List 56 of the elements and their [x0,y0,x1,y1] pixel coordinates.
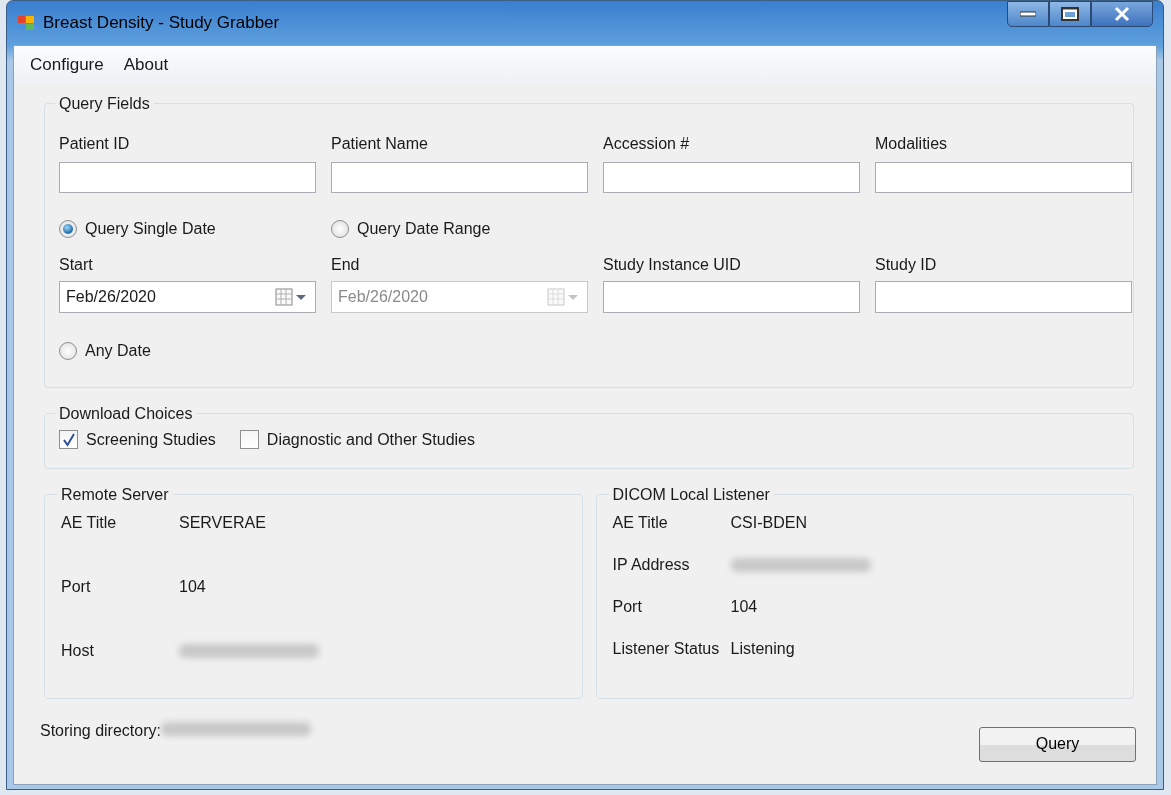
field-label: AE Title [61,512,118,533]
checkbox-label: Screening Studies [86,429,216,450]
field-label: Modalities [875,133,949,154]
radio-button[interactable] [331,219,349,238]
date-value: Feb/26/2020 [338,286,429,307]
field-label: Patient Name [331,133,429,154]
menu-item[interactable]: Configure [22,50,112,80]
field-label: Listener Status [612,638,721,659]
window-title: Breast Density - Study Grabber [43,12,280,35]
radio-label: Any Date [85,340,151,361]
minimize-button[interactable] [1007,1,1049,27]
radio-label: Query Single Date [85,218,216,239]
field-label: End [331,254,361,275]
group-title: DICOM Local Listener [611,486,771,503]
maximize-icon [1061,7,1079,21]
maximize-button[interactable] [1049,1,1091,27]
menu-item[interactable]: About [115,50,177,80]
field-label: Port [61,576,92,597]
field-label: Accession # [603,133,691,154]
minimize-icon [1020,11,1036,17]
query-button[interactable]: Query [979,726,1136,762]
checkbox[interactable] [239,430,259,449]
field-label: Study ID [875,254,938,275]
input-field[interactable] [875,280,1132,313]
field-value: Listening [730,638,796,659]
field-label: IP Address [612,554,691,575]
input-field[interactable] [603,161,860,193]
group-title: Download Choices [58,405,194,422]
radio-label: Query Date Range [357,218,491,239]
close-icon [1114,6,1130,22]
date-value: Feb/26/2020 [66,286,157,307]
checkbox-label: Diagnostic and Other Studies [266,429,475,450]
date-picker[interactable]: Feb/26/2020 [59,280,316,313]
input-field[interactable] [603,280,860,313]
field-label: Start [59,254,94,275]
field-label: Port [612,596,643,617]
input-field[interactable] [875,161,1132,193]
field-value: 104 [730,596,759,617]
group-title: Remote Server [60,486,170,503]
field-label: Host [61,640,95,661]
radio-button[interactable] [59,341,77,360]
close-button[interactable] [1091,1,1153,27]
field-label: Study Instance UID [603,254,742,275]
group-title: Query Fields [58,95,151,112]
calendar-icon[interactable] [275,287,309,306]
radio-button[interactable] [59,219,77,238]
input-field[interactable] [59,161,316,193]
storing-directory-label: Storing directory: [40,720,161,741]
field-value: CSI-BDEN [730,512,808,533]
field-label: AE Title [612,512,669,533]
field-value: SERVERAE [179,512,267,533]
input-field[interactable] [331,161,588,193]
field-label: Patient ID [59,133,131,154]
app-icon [17,14,35,32]
field-value: 104 [179,576,207,597]
checkbox[interactable] [59,430,78,449]
